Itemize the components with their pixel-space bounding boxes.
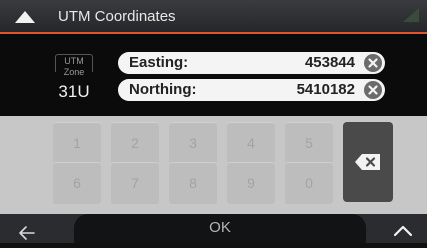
triangle-up-icon[interactable] (14, 10, 36, 29)
chevron-up-icon (379, 225, 427, 247)
easting-value: 453844 (304, 54, 355, 71)
numeric-keypad: 1 2 3 4 5 6 7 8 9 0 (0, 116, 427, 214)
back-button[interactable] (0, 214, 62, 243)
key-4[interactable]: 4 (227, 122, 275, 164)
key-1[interactable]: 1 (53, 122, 101, 164)
key-2[interactable]: 2 (111, 122, 159, 164)
key-7[interactable]: 7 (111, 162, 159, 204)
clear-icon[interactable] (364, 81, 382, 99)
key-9[interactable]: 9 (227, 162, 275, 204)
page-title: UTM Coordinates (58, 8, 176, 25)
zone-label-line1: UTM (64, 56, 84, 66)
key-0[interactable]: 0 (285, 162, 333, 204)
zone-value[interactable]: 31U (48, 82, 100, 102)
zone-label-line2: Zone (63, 67, 85, 77)
title-bar: UTM Coordinates (0, 0, 427, 34)
northing-label: Northing: (129, 81, 197, 98)
backspace-button[interactable] (343, 122, 393, 202)
menu-button[interactable] (379, 214, 427, 243)
key-5[interactable]: 5 (285, 122, 333, 164)
key-8[interactable]: 8 (169, 162, 217, 204)
ok-label: OK (209, 219, 231, 236)
clear-icon[interactable] (364, 54, 382, 72)
bottom-bar: OK (0, 214, 427, 243)
key-6[interactable]: 6 (53, 162, 101, 204)
signal-icon (401, 6, 421, 29)
back-arrow-icon (0, 226, 62, 247)
key-3[interactable]: 3 (169, 122, 217, 164)
easting-field[interactable]: Easting: 453844 (118, 52, 385, 74)
northing-value: 5410182 (296, 81, 355, 98)
northing-field[interactable]: Northing: 5410182 (118, 79, 385, 101)
easting-label: Easting: (129, 54, 189, 71)
ok-button[interactable]: OK (74, 214, 366, 243)
